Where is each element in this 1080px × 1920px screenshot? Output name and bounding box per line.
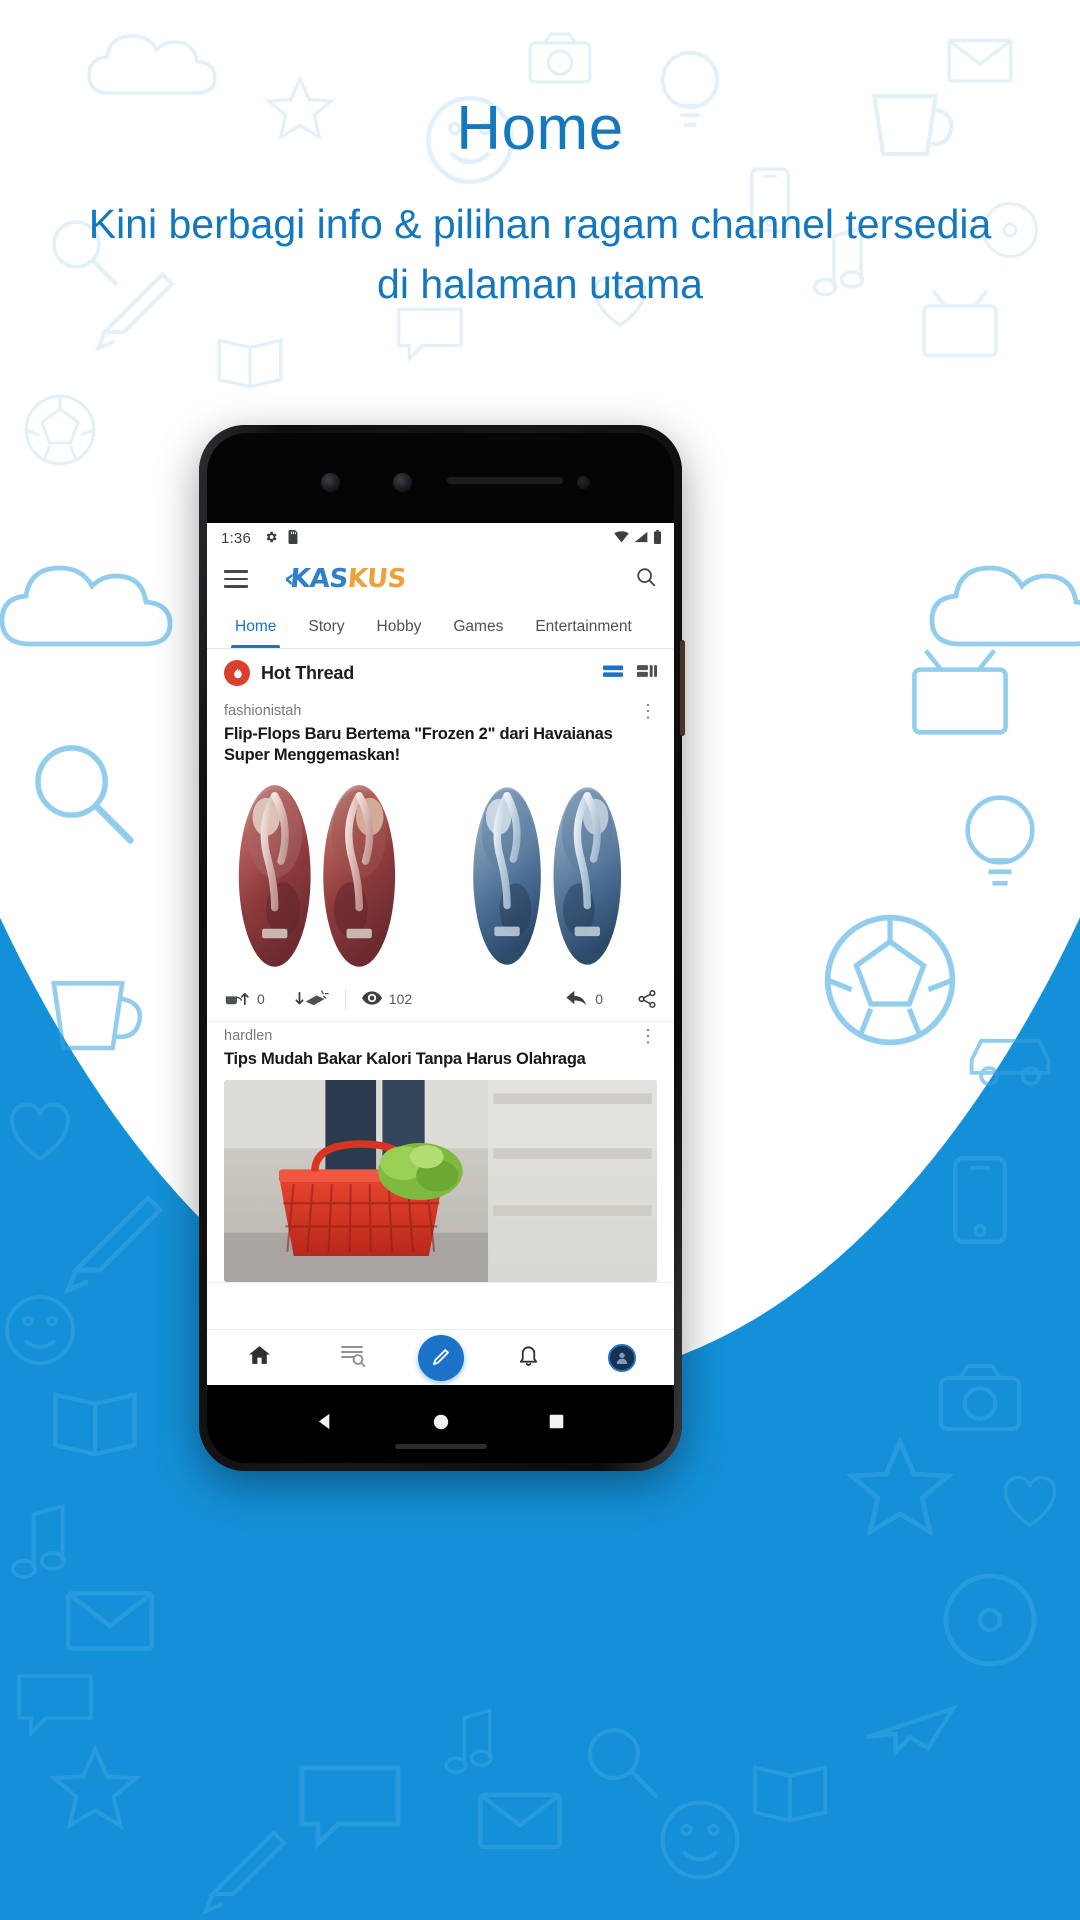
post-header: fashionistah ⋮	[207, 697, 674, 720]
phone-power-button	[680, 640, 685, 736]
phone-mockup: 1:36 ‹ KAS KUS Home Story Hobby Games En…	[199, 425, 685, 1471]
front-sensor-icon	[393, 473, 412, 492]
views-stat: 102	[361, 991, 413, 1008]
post-image[interactable]	[224, 776, 657, 979]
app-bar: ‹ KAS KUS	[207, 553, 674, 605]
views-count: 102	[388, 991, 413, 1008]
logo-text-secondary: KUS	[346, 564, 408, 594]
share-icon[interactable]	[637, 989, 657, 1009]
more-vertical-icon[interactable]: ⋮	[639, 1027, 657, 1045]
home-icon	[247, 1343, 272, 1373]
post-author[interactable]: hardlen	[224, 1028, 272, 1044]
bata-down-icon[interactable]	[295, 989, 329, 1009]
phone-bottom-indicator	[394, 1444, 487, 1449]
upvote-count: 0	[257, 991, 265, 1008]
kaskus-logo: ‹ KAS KUS	[283, 564, 407, 594]
back-triangle-icon[interactable]	[316, 1412, 335, 1436]
hot-thread-header: Hot Thread	[207, 649, 674, 697]
feed-list[interactable]: Hot Thread fashionistah ⋮ Flip-Flops Bar…	[207, 649, 674, 1329]
nav-notifications[interactable]	[501, 1335, 557, 1381]
post-action-bar[interactable]: 0 102 0	[207, 978, 674, 1021]
tab-entertainment[interactable]: Entertainment	[519, 605, 648, 648]
channel-tab-bar[interactable]: Home Story Hobby Games Entertainment	[207, 605, 674, 649]
home-circle-icon[interactable]	[432, 1413, 450, 1436]
nav-home[interactable]	[232, 1335, 288, 1381]
tab-home[interactable]: Home	[219, 605, 292, 648]
reply-icon[interactable]	[566, 990, 588, 1009]
proximity-sensor-icon	[577, 476, 590, 489]
status-time: 1:36	[221, 529, 251, 547]
create-post-icon[interactable]	[417, 1334, 464, 1381]
app-screen: 1:36 ‹ KAS KUS Home Story Hobby Games En…	[207, 523, 674, 1385]
post-title[interactable]: Flip-Flops Baru Bertema "Frozen 2" dari …	[207, 719, 674, 766]
post-author[interactable]: fashionistah	[224, 703, 301, 719]
phone-screen-area: 1:36 ‹ KAS KUS Home Story Hobby Games En…	[207, 433, 674, 1463]
action-divider	[344, 989, 346, 1010]
search-icon[interactable]	[635, 566, 657, 593]
tab-label: Games	[453, 617, 504, 635]
grid-view-icon[interactable]	[637, 663, 657, 684]
earpiece-speaker	[447, 477, 563, 484]
reply-count: 0	[595, 991, 603, 1008]
view-toggle-group[interactable]	[603, 663, 657, 684]
notification-bell-icon	[517, 1343, 540, 1372]
post-image[interactable]	[224, 1080, 657, 1283]
sd-card-icon	[287, 529, 299, 547]
eye-icon	[361, 991, 382, 1008]
tab-label: Entertainment	[535, 617, 632, 635]
cendol-up-icon[interactable]: 0	[224, 990, 265, 1008]
bottom-navigation[interactable]	[207, 1329, 674, 1385]
phone-top-bezel	[207, 433, 674, 523]
recents-square-icon[interactable]	[548, 1413, 565, 1435]
list-view-icon[interactable]	[603, 663, 623, 684]
forum-search-icon	[340, 1343, 366, 1372]
page-subtitle: Kini berbagi info & pilihan ragam channe…	[88, 201, 992, 307]
wifi-icon	[614, 530, 629, 546]
tab-label: Story	[308, 617, 345, 635]
reply-action[interactable]: 0	[566, 990, 603, 1009]
post-title[interactable]: Tips Mudah Bakar Kalori Tanpa Harus Olah…	[207, 1044, 674, 1070]
tab-label: Hobby	[376, 617, 422, 635]
front-camera-icon	[321, 473, 340, 492]
flame-icon	[224, 660, 250, 686]
section-title: Hot Thread	[261, 662, 355, 683]
signal-icon	[634, 530, 648, 546]
status-bar: 1:36	[207, 523, 674, 553]
page-title: Home	[456, 94, 624, 163]
nav-profile[interactable]	[594, 1335, 650, 1381]
logo-text-primary: KAS	[288, 564, 350, 594]
post-header: hardlen ⋮	[207, 1022, 674, 1045]
battery-icon	[653, 529, 662, 547]
feed-post[interactable]: hardlen ⋮ Tips Mudah Bakar Kalori Tanpa …	[207, 1022, 674, 1284]
hamburger-menu-icon[interactable]	[224, 570, 248, 588]
more-vertical-icon[interactable]: ⋮	[639, 702, 657, 720]
tab-label: Home	[235, 617, 277, 635]
tab-story[interactable]: Story	[292, 605, 360, 648]
android-system-nav[interactable]	[207, 1385, 674, 1463]
promo-headline: Home Kini berbagi info & pilihan ragam c…	[0, 96, 1080, 314]
profile-avatar-icon	[607, 1343, 636, 1372]
nav-forum-search[interactable]	[325, 1335, 381, 1381]
gear-icon	[264, 530, 278, 547]
tab-games[interactable]: Games	[437, 605, 519, 648]
feed-post[interactable]: fashionistah ⋮ Flip-Flops Baru Bertema "…	[207, 697, 674, 1023]
tab-hobby[interactable]: Hobby	[361, 605, 438, 648]
